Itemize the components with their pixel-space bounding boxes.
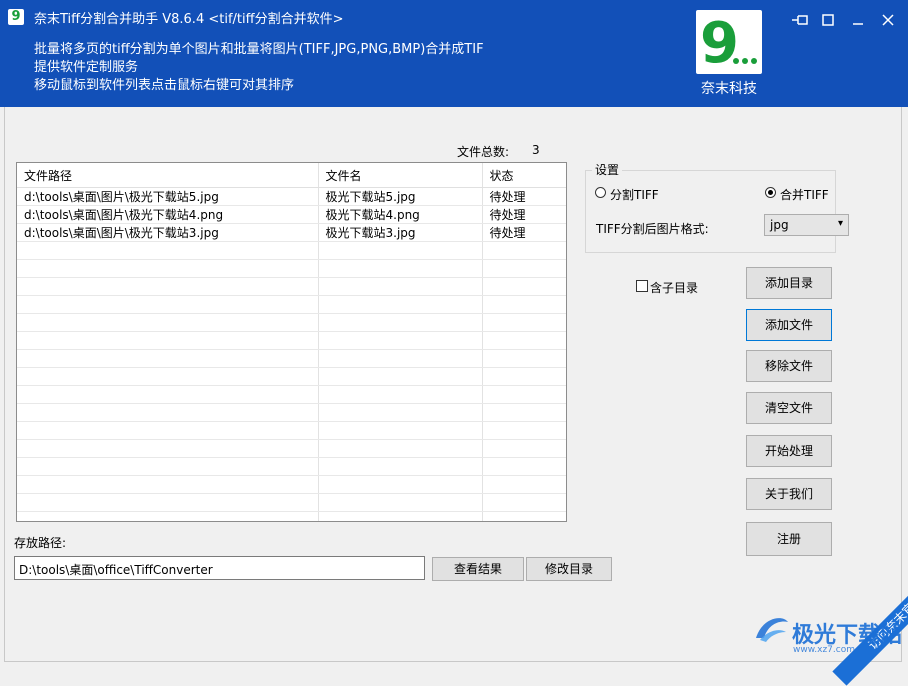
image-format-select[interactable]: jpg ▾ <box>764 214 849 236</box>
add-directory-button[interactable]: 添加目录 <box>746 267 832 299</box>
change-directory-button[interactable]: 修改目录 <box>526 557 612 581</box>
cell-status: 待处理 <box>482 205 566 224</box>
subdir-checkbox[interactable] <box>636 280 648 292</box>
maximize-button[interactable] <box>818 10 838 30</box>
empty-row <box>17 259 566 278</box>
maximize-icon <box>822 14 834 26</box>
empty-row <box>17 277 566 296</box>
about-button[interactable]: 关于我们 <box>746 478 832 510</box>
merge-tiff-label[interactable]: 合并TIFF <box>780 186 829 203</box>
split-tiff-label[interactable]: 分割TIFF <box>610 186 659 203</box>
empty-row <box>17 421 566 440</box>
description-line-1: 批量将多页的tiff分割为单个图片和批量将图片(TIFF,JPG,PNG,BMP… <box>34 42 484 57</box>
file-count-label: 文件总数: <box>457 145 510 159</box>
table-row[interactable]: d:\tools\桌面\图片\极光下载站3.jpg 极光下载站3.jpg 待处理 <box>17 223 566 242</box>
settings-title: 设置 <box>592 161 623 178</box>
table-header-row: 文件路径 文件名 状态 <box>17 163 566 188</box>
description-line-3: 移动鼠标到软件列表点击鼠标右键可对其排序 <box>34 78 295 93</box>
minimize-icon <box>853 23 863 25</box>
svg-text:9: 9 <box>700 11 739 74</box>
site-watermark-url: www.xz7.com <box>793 645 855 655</box>
window-title: 奈末Tiff分割合并助手 V8.6.4 <tif/tiff分割合并软件> <box>34 12 344 27</box>
format-label: TIFF分割后图片格式: <box>596 222 709 236</box>
image-format-value: jpg <box>770 218 789 232</box>
cell-status: 待处理 <box>482 187 566 206</box>
empty-row <box>17 241 566 260</box>
split-tiff-radio[interactable] <box>595 187 606 198</box>
column-header-name[interactable]: 文件名 <box>318 163 483 188</box>
empty-row <box>17 511 566 521</box>
view-result-button[interactable]: 查看结果 <box>432 557 524 581</box>
empty-row <box>17 349 566 368</box>
pin-button[interactable] <box>790 10 810 30</box>
empty-row <box>17 313 566 332</box>
chevron-down-icon: ▾ <box>837 218 843 229</box>
remove-file-button[interactable]: 移除文件 <box>746 350 832 382</box>
minimize-button[interactable] <box>848 10 868 30</box>
output-path-input[interactable]: D:\tools\桌面\office\TiffConverter <box>14 556 425 580</box>
logo-label: 奈末科技 <box>701 81 757 97</box>
logo-nine-icon: 9 <box>700 11 757 76</box>
merge-tiff-radio[interactable] <box>765 187 776 198</box>
cell-status: 待处理 <box>482 223 566 242</box>
empty-row <box>17 475 566 494</box>
empty-row <box>17 367 566 386</box>
description-line-2: 提供软件定制服务 <box>34 60 139 75</box>
start-processing-button[interactable]: 开始处理 <box>746 435 832 467</box>
column-header-path[interactable]: 文件路径 <box>17 163 319 188</box>
file-list[interactable]: 文件路径 文件名 状态 d:\tools\桌面\图片\极光下载站5.jpg 极光… <box>16 162 567 522</box>
empty-row <box>17 295 566 314</box>
cell-name: 极光下载站3.jpg <box>318 223 483 242</box>
app-icon: 9 <box>8 9 24 25</box>
column-header-status[interactable]: 状态 <box>482 163 566 188</box>
register-button[interactable]: 注册 <box>746 522 832 556</box>
empty-row <box>17 493 566 512</box>
company-logo[interactable]: 9 <box>696 10 762 76</box>
output-path-label: 存放路径: <box>14 536 67 550</box>
cell-path: d:\tools\桌面\图片\极光下载站5.jpg <box>17 187 319 206</box>
close-icon <box>882 14 894 26</box>
empty-row <box>17 331 566 350</box>
empty-row <box>17 403 566 422</box>
clear-files-button[interactable]: 清空文件 <box>746 392 832 424</box>
close-button[interactable] <box>878 10 898 30</box>
add-file-button[interactable]: 添加文件 <box>746 309 832 341</box>
empty-row <box>17 439 566 458</box>
empty-row <box>17 457 566 476</box>
empty-row <box>17 385 566 404</box>
cell-path: d:\tools\桌面\图片\极光下载站4.png <box>17 205 319 224</box>
settings-group <box>585 170 836 253</box>
site-watermark-icon <box>756 618 788 642</box>
cell-path: d:\tools\桌面\图片\极光下载站3.jpg <box>17 223 319 242</box>
pin-icon <box>792 15 808 25</box>
subdir-label[interactable]: 含子目录 <box>650 279 698 296</box>
table-row[interactable]: d:\tools\桌面\图片\极光下载站4.png 极光下载站4.png 待处理 <box>17 205 566 224</box>
cell-name: 极光下载站5.jpg <box>318 187 483 206</box>
title-bar: 9 奈末Tiff分割合并助手 V8.6.4 <tif/tiff分割合并软件> 批… <box>0 0 908 107</box>
cell-name: 极光下载站4.png <box>318 205 483 224</box>
file-count-value: 3 <box>532 143 540 157</box>
table-row[interactable]: d:\tools\桌面\图片\极光下载站5.jpg 极光下载站5.jpg 待处理 <box>17 187 566 206</box>
